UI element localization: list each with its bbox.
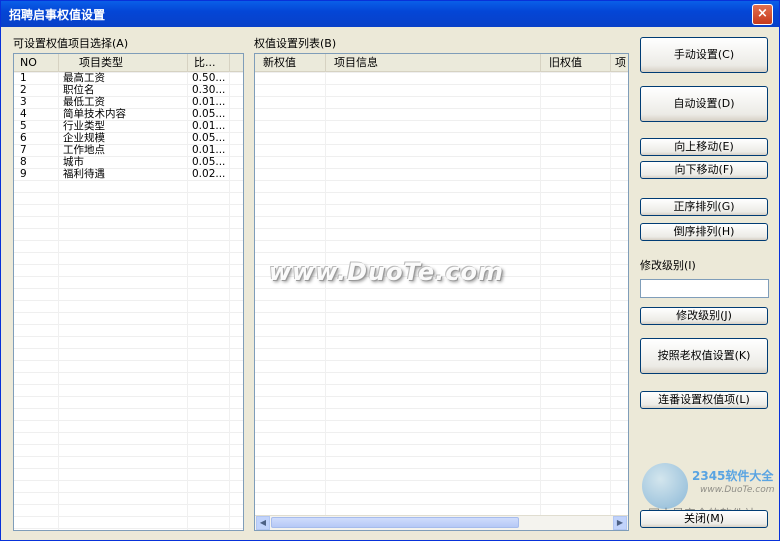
row-no: 2	[20, 84, 27, 96]
watermark: www.DuoTe.com	[269, 258, 504, 286]
dialog-window: 招聘启事权值设置 × 可设置权值项目选择(A) NO 项目类型 比... 1 最高…	[0, 0, 780, 541]
row-type: 工作地点	[63, 144, 105, 156]
row-ratio: 0.05...	[192, 132, 226, 144]
scroll-left-icon[interactable]: ◀	[256, 516, 270, 530]
row-ratio: 0.05...	[192, 156, 226, 168]
close-button[interactable]: 关闭(M)	[640, 510, 768, 528]
mascot-icon	[642, 463, 688, 509]
table-row[interactable]: 3 最低工资 0.01...	[14, 96, 243, 108]
row-type: 福利待遇	[63, 168, 105, 180]
table-row[interactable]: 1 最高工资 0.50...	[14, 72, 243, 84]
old-weight-setting-button[interactable]: 按照老权值设置(K)	[640, 338, 768, 374]
level-input[interactable]	[640, 279, 769, 298]
col-header-no[interactable]: NO	[14, 54, 59, 71]
col-header-item[interactable]: 项	[611, 54, 628, 71]
manual-setting-button[interactable]: 手动设置(C)	[640, 37, 768, 73]
list-header: 新权值 项目信息 旧权值 项	[255, 54, 628, 72]
table-row[interactable]: 2 职位名 0.30...	[14, 84, 243, 96]
row-type: 城市	[63, 156, 84, 168]
col-header-old-weight[interactable]: 旧权值	[541, 54, 611, 71]
row-no: 5	[20, 120, 27, 132]
row-type: 行业类型	[63, 120, 105, 132]
row-ratio: 0.02...	[192, 168, 226, 180]
window-title: 招聘启事权值设置	[9, 8, 106, 22]
batch-weight-button[interactable]: 连番设置权值项(L)	[640, 391, 768, 409]
grid-line	[325, 72, 326, 530]
auto-setting-button[interactable]: 自动设置(D)	[640, 86, 768, 122]
row-no: 7	[20, 144, 27, 156]
modify-level-button[interactable]: 修改级别(J)	[640, 307, 768, 325]
table-row[interactable]: 9 福利待遇 0.02...	[14, 168, 243, 180]
list-header: NO 项目类型 比...	[14, 54, 243, 72]
row-type: 最低工资	[63, 96, 105, 108]
logo-url: www.DuoTe.com	[700, 485, 775, 495]
row-ratio: 0.50...	[192, 72, 226, 84]
row-ratio: 0.01...	[192, 96, 226, 108]
col-header-item-info[interactable]: 项目信息	[326, 54, 541, 71]
sort-ascending-button[interactable]: 正序排列(G)	[640, 198, 768, 216]
col-header-ratio[interactable]: 比...	[188, 54, 230, 71]
row-no: 3	[20, 96, 27, 108]
row-type: 最高工资	[63, 72, 105, 84]
table-row[interactable]: 5 行业类型 0.01...	[14, 120, 243, 132]
row-no: 1	[20, 72, 27, 84]
row-ratio: 0.05...	[192, 108, 226, 120]
right-panel-label: 权值设置列表(B)	[254, 37, 337, 50]
table-row[interactable]: 7 工作地点 0.01...	[14, 144, 243, 156]
row-ratio: 0.30...	[192, 84, 226, 96]
table-row[interactable]: 8 城市 0.05...	[14, 156, 243, 168]
logo-title: 2345软件大全	[692, 469, 774, 483]
col-header-type[interactable]: 项目类型	[59, 54, 188, 71]
row-ratio: 0.01...	[192, 144, 226, 156]
row-type: 企业规模	[63, 132, 105, 144]
row-no: 6	[20, 132, 27, 144]
weight-setting-list[interactable]: 新权值 项目信息 旧权值 项 ◀ ▶	[254, 53, 629, 531]
row-no: 4	[20, 108, 27, 120]
scroll-thumb[interactable]	[271, 517, 519, 528]
table-row[interactable]: 4 简单技术内容 0.05...	[14, 108, 243, 120]
col-header-new-weight[interactable]: 新权值	[255, 54, 326, 71]
item-select-list[interactable]: NO 项目类型 比... 1 最高工资 0.50... 2 职位名 0.30... 3 最低工…	[13, 53, 244, 531]
scroll-right-icon[interactable]: ▶	[613, 516, 627, 530]
row-ratio: 0.01...	[192, 120, 226, 132]
sort-descending-button[interactable]: 倒序排列(H)	[640, 223, 768, 241]
title-bar[interactable]: 招聘启事权值设置 ×	[1, 1, 779, 27]
grid-line	[610, 72, 611, 530]
grid-line	[540, 72, 541, 530]
row-no: 9	[20, 168, 27, 180]
horizontal-scrollbar[interactable]: ◀ ▶	[255, 515, 628, 530]
row-type: 简单技术内容	[63, 108, 126, 120]
move-down-button[interactable]: 向下移动(F)	[640, 161, 768, 179]
close-icon[interactable]: ×	[752, 4, 773, 25]
row-type: 职位名	[63, 84, 95, 96]
level-field-label: 修改级别(I)	[640, 259, 696, 272]
move-up-button[interactable]: 向上移动(E)	[640, 138, 768, 156]
left-panel-label: 可设置权值项目选择(A)	[13, 37, 129, 50]
table-row[interactable]: 6 企业规模 0.05...	[14, 132, 243, 144]
row-no: 8	[20, 156, 27, 168]
list-grid	[255, 72, 628, 530]
